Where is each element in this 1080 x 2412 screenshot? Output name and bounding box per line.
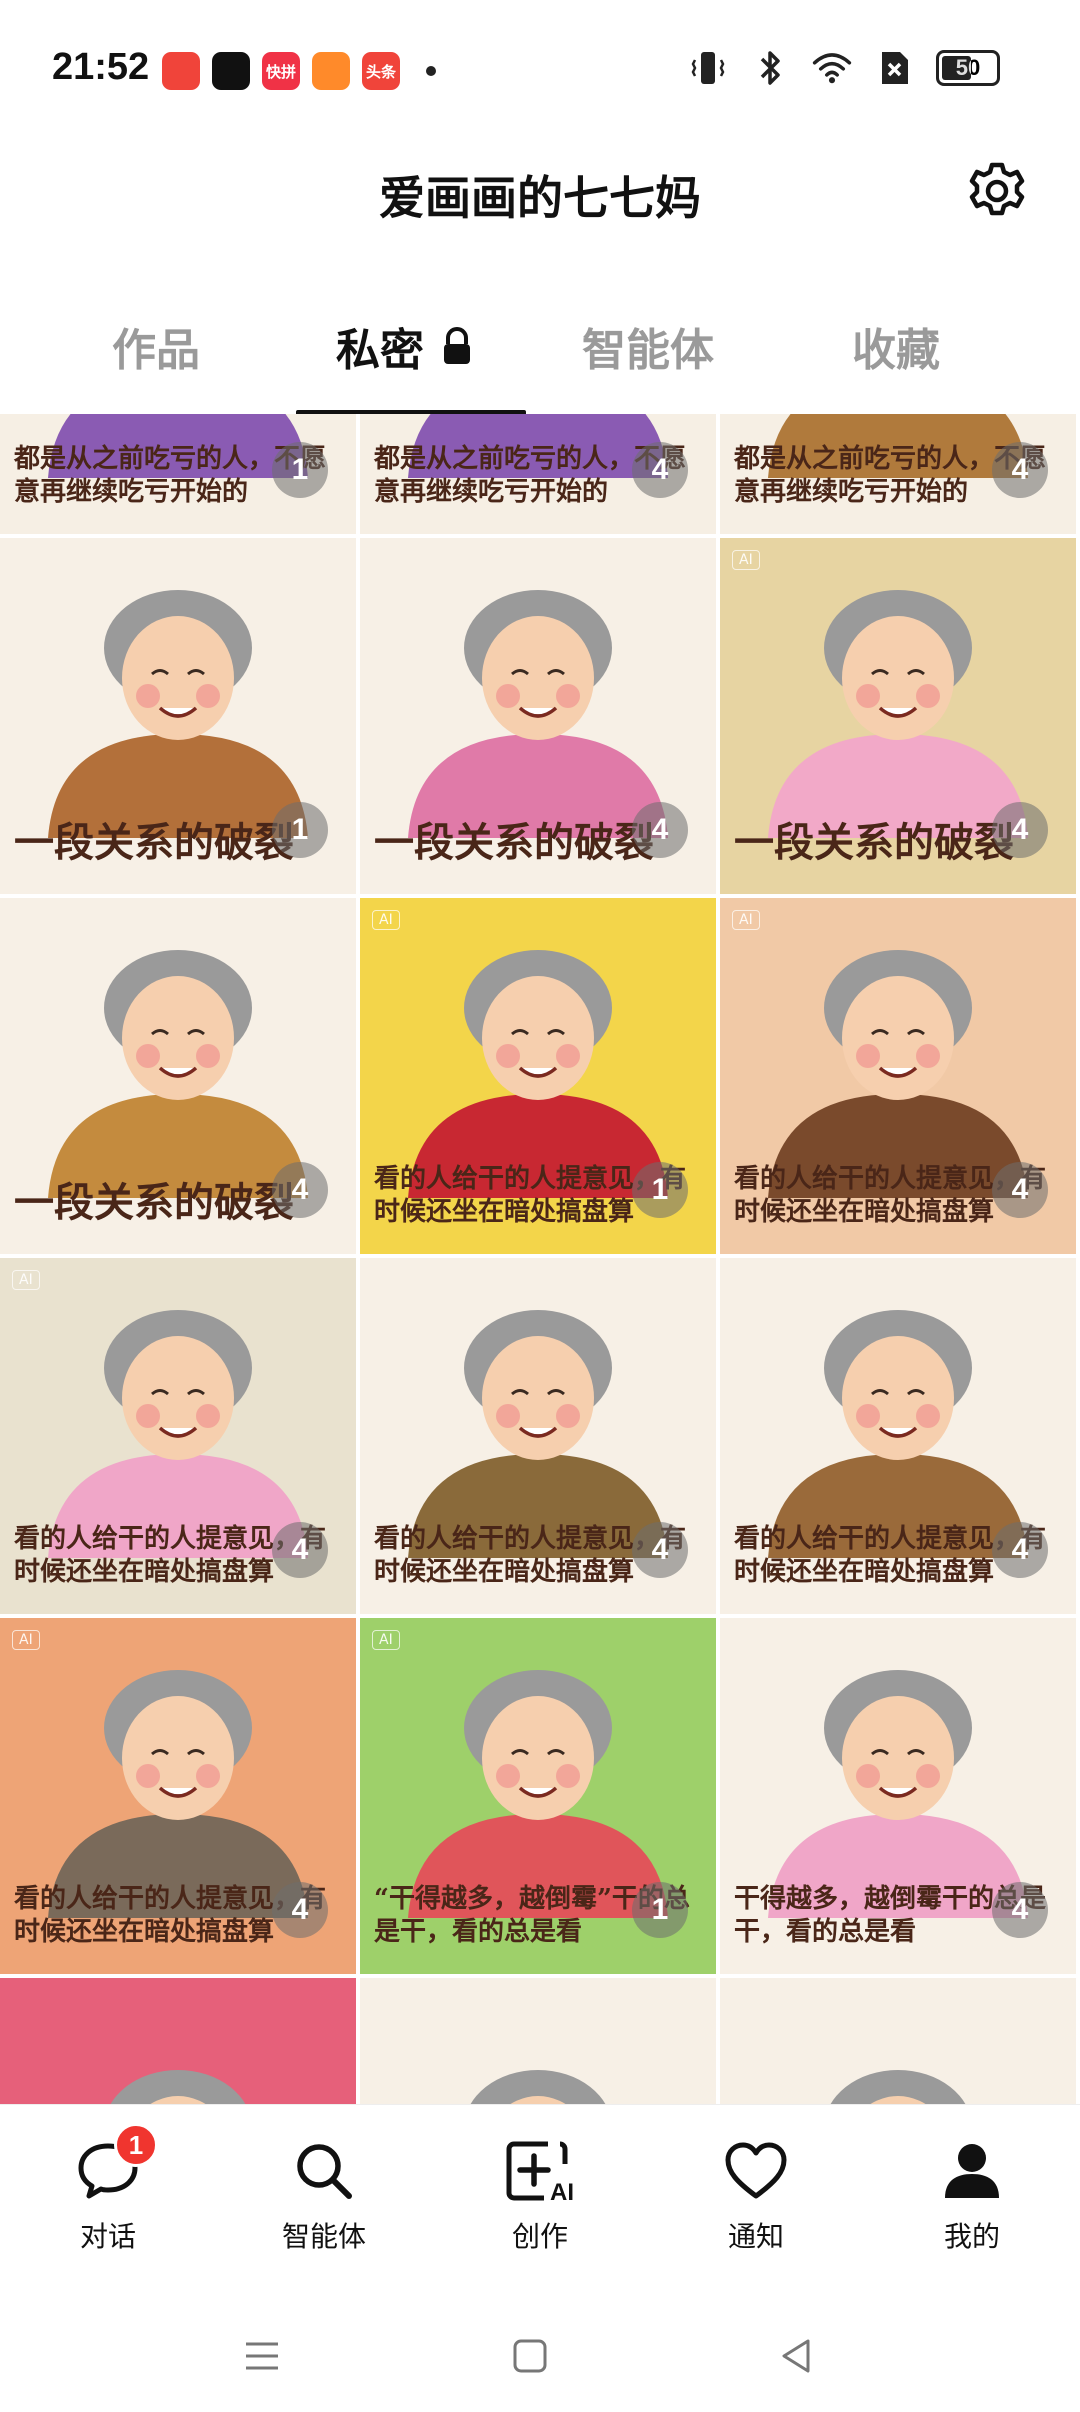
artwork-thumbnail[interactable] — [360, 1978, 716, 2104]
menu-icon — [246, 2342, 278, 2370]
home-button[interactable] — [500, 2332, 560, 2380]
image-count-badge: 1 — [272, 442, 328, 498]
ai-generated-tag: AI — [732, 550, 760, 570]
nav-chat-label: 对话 — [79, 2220, 136, 2253]
chat-icon: 1 — [72, 2123, 158, 2207]
status-indicators: 50 — [688, 48, 1000, 88]
tab-private-label: 私密 — [336, 325, 424, 376]
nav-notifications[interactable]: 通知 — [676, 2135, 836, 2255]
image-count-badge: 4 — [992, 1882, 1048, 1938]
chat-unread-badge: 1 — [114, 2123, 158, 2167]
tab-private[interactable]: 私密 — [336, 314, 474, 378]
profile-icon — [936, 2135, 1008, 2207]
profile-tabs: 作品 私密 智能体 收藏 — [0, 290, 1080, 416]
nav-profile-label: 我的 — [943, 2220, 1000, 2253]
artwork-thumbnail[interactable]: 一段关系的破裂 4 — [0, 898, 356, 1254]
artwork-thumbnail[interactable] — [720, 1978, 1076, 2104]
tab-works-label: 作品 — [112, 325, 200, 376]
battery-level: 50 — [955, 55, 981, 80]
artwork-thumbnail[interactable]: 都是从之前吃亏的人，不愿意再继续吃亏开始的 4 — [720, 414, 1076, 534]
grandma-illustration — [830, 2070, 966, 2104]
nav-agents-label: 智能体 — [281, 2220, 366, 2253]
artwork-thumbnail[interactable]: AI 看的人给干的人提意见，有时候还坐在暗处搞盘算 4 — [720, 898, 1076, 1254]
settings-button[interactable] — [962, 156, 1032, 226]
vibrate-icon — [688, 48, 728, 88]
artwork-thumbnail[interactable] — [0, 1978, 356, 2104]
tiktok-app-icon — [212, 52, 250, 90]
status-time: 21:52 — [52, 46, 150, 88]
private-works-grid[interactable]: 都是从之前吃亏的人，不愿意再继续吃亏开始的 1 都是从之前吃亏的人，不愿意再继续吃亏… — [0, 414, 1080, 2104]
image-count-badge: 4 — [632, 442, 688, 498]
toutiao-app-icon: 头条 — [362, 52, 400, 90]
ai-generated-tag: AI — [732, 910, 760, 930]
red-envelope-app-icon — [162, 52, 200, 90]
tab-favorites-label: 收藏 — [852, 325, 940, 376]
tab-agents[interactable]: 智能体 — [582, 314, 714, 378]
artwork-thumbnail[interactable]: 看的人给干的人提意见，有时候还坐在暗处搞盘算 4 — [720, 1258, 1076, 1614]
tab-agents-label: 智能体 — [582, 325, 714, 376]
nav-notifications-label: 通知 — [727, 2220, 784, 2253]
lock-icon — [444, 327, 470, 364]
svg-text:AI: AI — [550, 2179, 574, 2204]
notification-app-icons: 快拼 头条 — [162, 52, 436, 90]
image-count-badge: 1 — [272, 802, 328, 858]
more-notifications-dot — [426, 66, 436, 76]
artwork-thumbnail[interactable]: 干得越多，越倒霉干的总是干，看的总是看 4 — [720, 1618, 1076, 1974]
artwork-thumbnail[interactable]: 都是从之前吃亏的人，不愿意再继续吃亏开始的 4 — [360, 414, 716, 534]
image-count-badge: 4 — [272, 1162, 328, 1218]
artwork-thumbnail[interactable]: 都是从之前吃亏的人，不愿意再继续吃亏开始的 1 — [0, 414, 356, 534]
home-square-icon — [513, 2339, 547, 2373]
artwork-thumbnail[interactable]: 一段关系的破裂 1 — [0, 538, 356, 894]
no-sim-icon — [874, 48, 914, 88]
artwork-thumbnail[interactable]: AI “干得越多，越倒霉”干的总是干，看的总是看 1 — [360, 1618, 716, 1974]
grandma-illustration — [110, 2070, 246, 2104]
grandma-illustration — [470, 2070, 606, 2104]
artwork-thumbnail[interactable]: 一段关系的破裂 4 — [360, 538, 716, 894]
nav-create-label: 创作 — [511, 2220, 568, 2253]
video-app-icon — [312, 52, 350, 90]
heart-icon — [720, 2135, 792, 2207]
status-bar: 21:52 快拼 头条 50 — [0, 0, 1080, 140]
artwork-thumbnail[interactable]: AI 一段关系的破裂 4 — [720, 538, 1076, 894]
profile-header: 爱画画的七七妈 — [0, 140, 1080, 250]
image-count-badge: 1 — [632, 1882, 688, 1938]
image-count-badge: 4 — [992, 1162, 1048, 1218]
image-count-badge: 4 — [272, 1522, 328, 1578]
bottom-navigation: 1 对话 智能体 AI 创作 通知 我的 — [0, 2104, 1080, 2296]
artwork-thumbnail[interactable]: AI 看的人给干的人提意见，有时候还坐在暗处搞盘算 1 — [360, 898, 716, 1254]
image-count-badge: 4 — [992, 802, 1048, 858]
ai-generated-tag: AI — [12, 1270, 40, 1290]
nav-profile[interactable]: 我的 — [892, 2135, 1052, 2255]
tab-favorites[interactable]: 收藏 — [852, 314, 940, 378]
back-button[interactable] — [766, 2332, 826, 2380]
nav-chat[interactable]: 1 对话 — [28, 2123, 188, 2255]
artwork-thumbnail[interactable]: AI 看的人给干的人提意见，有时候还坐在暗处搞盘算 4 — [0, 1258, 356, 1614]
menu-button[interactable] — [232, 2332, 292, 2380]
gear-icon — [969, 162, 1025, 216]
search-icon — [288, 2135, 360, 2207]
nav-agents[interactable]: 智能体 — [244, 2135, 404, 2255]
page-title: 爱画画的七七妈 — [379, 171, 701, 225]
ai-generated-tag: AI — [372, 910, 400, 930]
image-count-badge: 4 — [992, 1522, 1048, 1578]
image-count-badge: 4 — [992, 442, 1048, 498]
battery-indicator: 50 — [936, 50, 1000, 86]
kuaishou-app-icon: 快拼 — [262, 52, 300, 90]
tab-works[interactable]: 作品 — [112, 314, 200, 378]
nav-create[interactable]: AI 创作 — [460, 2135, 620, 2255]
ai-create-icon: AI — [504, 2135, 576, 2207]
back-triangle-icon — [782, 2339, 810, 2373]
artwork-thumbnail[interactable]: AI 看的人给干的人提意见，有时候还坐在暗处搞盘算 4 — [0, 1618, 356, 1974]
image-count-badge: 4 — [632, 1522, 688, 1578]
wifi-icon — [812, 48, 852, 88]
image-count-badge: 4 — [632, 802, 688, 858]
ai-generated-tag: AI — [372, 1630, 400, 1650]
image-count-badge: 4 — [272, 1882, 328, 1938]
bluetooth-icon — [750, 48, 790, 88]
artwork-thumbnail[interactable]: 看的人给干的人提意见，有时候还坐在暗处搞盘算 4 — [360, 1258, 716, 1614]
image-count-badge: 1 — [632, 1162, 688, 1218]
system-navigation-bar — [0, 2296, 1080, 2412]
ai-generated-tag: AI — [12, 1630, 40, 1650]
